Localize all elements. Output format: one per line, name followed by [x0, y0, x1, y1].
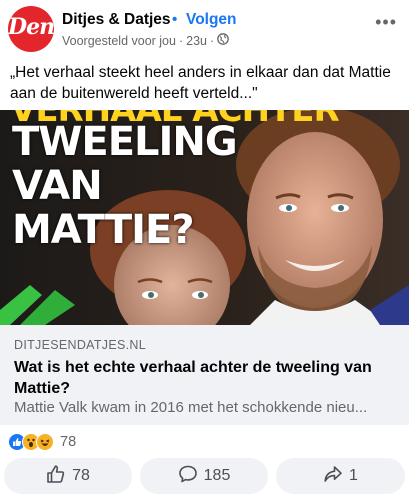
post-caption: „Het verhaal steekt heel anders in elkaa…: [10, 64, 391, 102]
post-meta: Voorgesteld voor jou · 23u ·: [62, 33, 230, 48]
like-count: 78: [72, 467, 90, 484]
suggested-label: Voorgesteld voor jou: [62, 33, 176, 48]
post-header: DenD Ditjes & Datjes • Volgen Voorgestel…: [0, 0, 409, 60]
post-time[interactable]: 23u: [186, 34, 207, 48]
page-avatar[interactable]: DenD: [8, 6, 54, 52]
share-count: 1: [349, 467, 358, 484]
meta-dot-2: ·: [210, 33, 215, 48]
more-options-button[interactable]: •••: [375, 12, 397, 33]
avatar-logo-text: DenD: [8, 14, 54, 40]
reaction-summary[interactable]: 78: [8, 433, 76, 451]
follow-button[interactable]: Volgen: [186, 11, 237, 29]
link-description: Mattie Valk kwam in 2016 met het schokke…: [14, 399, 368, 416]
reaction-count: 78: [60, 434, 77, 450]
name-separator: •: [172, 11, 178, 28]
thumbs-up-icon: [46, 464, 66, 489]
meta-dot: ·: [178, 33, 184, 48]
share-button[interactable]: 1: [276, 458, 405, 494]
comment-button[interactable]: 185: [140, 458, 268, 494]
hero-headline-line-2: VAN MATTIE?: [12, 163, 195, 253]
link-preview-card[interactable]: DITJESENDATJES.NL Wat is het echte verha…: [0, 325, 409, 425]
globe-icon: [217, 33, 230, 48]
comment-count: 185: [203, 467, 231, 484]
link-title[interactable]: Wat is het echte verhaal achter de tweel…: [14, 357, 399, 399]
comment-icon: [178, 464, 198, 489]
like-button[interactable]: 78: [4, 458, 132, 494]
share-icon: [323, 464, 343, 489]
action-bar: 78 185 1: [0, 456, 409, 496]
hero-headline: TWEELING VAN MATTIE?: [12, 120, 272, 252]
hero-headline-line-1: TWEELING: [12, 119, 238, 165]
link-domain: DITJESENDATJES.NL: [14, 338, 146, 352]
haha-icon: [36, 433, 54, 451]
link-preview-image[interactable]: VERHAAL ACHTER TWEELING VAN MATTIE?: [0, 110, 409, 325]
page-name[interactable]: Ditjes & Datjes: [62, 11, 171, 29]
